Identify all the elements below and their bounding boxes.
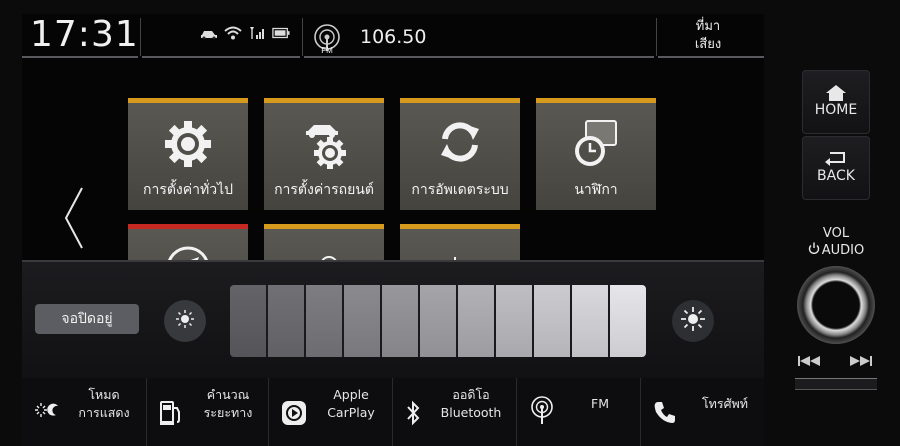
tile-label: การตั้งค่าทั่วไป [142,182,234,198]
disc-slot [795,378,877,390]
radio-icon [529,396,555,430]
tile-general-settings[interactable]: การตั้งค่าทั่วไป [128,98,248,210]
brightness-segment[interactable] [458,285,496,357]
bottom-item-bluetooth-audio[interactable]: ออดิโอ Bluetooth [392,378,516,446]
home-button[interactable]: HOME [802,70,870,134]
divider [304,56,654,58]
divider [142,56,300,58]
brightness-slider[interactable] [230,285,646,357]
skip-back-icon[interactable] [798,352,822,371]
bottom-bar: โหมด การแสดง คำนวณ ระยะทาง Apple CarPlay [22,378,764,446]
clock-icon [536,117,656,171]
brightness-segment[interactable] [268,285,306,357]
power-icon [808,242,820,259]
skip-forward-icon[interactable] [848,352,872,371]
audio-power-row: AUDIO [802,242,870,259]
phone-icon [653,400,677,428]
gear-icon [128,117,248,171]
home-icon [802,84,870,102]
label-line: ระยะทาง [203,405,253,420]
head-unit-screen: 17:31 FM 106.50 ที่มา เสียง การตั้งค่าทั… [22,14,764,446]
signal-icon [248,26,266,40]
volume-label: VOL AUDIO [802,226,870,259]
label-line: Bluetooth [440,405,502,420]
bottom-item-label: Apple CarPlay [315,386,387,422]
label-line: คำนวณ [206,387,250,402]
brightness-down-button[interactable] [164,300,206,342]
battery-icon [272,26,290,40]
brightness-up-button[interactable] [672,300,714,342]
tile-clock[interactable]: นาฬิกา [536,98,656,210]
audio-text: AUDIO [821,242,865,258]
brightness-segment[interactable] [496,285,534,357]
label-line: CarPlay [327,405,375,420]
car-connect-icon [200,26,218,40]
bottom-item-label: โหมด การแสดง [66,386,142,422]
back-label: BACK [817,168,855,184]
divider [656,18,657,56]
sun-small-icon [175,309,195,333]
brightness-segment[interactable] [344,285,382,357]
status-icons [200,26,290,40]
car-settings-icon [264,117,384,171]
audio-source-button[interactable]: ที่มา เสียง [658,18,758,54]
radio-frequency: 106.50 [360,26,427,48]
screen-off-button[interactable]: จอปิดอยู่ [35,304,139,334]
vol-text: VOL [822,226,850,241]
back-button[interactable]: BACK [802,136,870,200]
brightness-segment[interactable] [230,285,268,357]
divider [658,56,764,58]
bluetooth-icon [405,400,421,430]
brightness-segment[interactable] [534,285,572,357]
bottom-item-phone[interactable]: โทรศัพท์ [640,378,764,446]
brightness-segment[interactable] [610,285,646,357]
brightness-segment[interactable] [382,285,420,357]
label-line: Apple [333,387,369,402]
tile-label: การตั้งค่ารถยนต์ [274,182,374,198]
back-arrow-icon [802,150,870,166]
brightness-segment[interactable] [420,285,458,357]
label-line: FM [591,396,609,411]
bottom-item-fm[interactable]: FM [516,378,640,446]
label-line: การแสดง [78,405,130,420]
divider [140,18,141,56]
label-line: โหมด [88,387,120,402]
tile-label: นาฬิกา [574,182,618,198]
fuel-range-icon [159,400,183,430]
radio-band-label: FM [321,46,333,54]
status-bar: 17:31 FM 106.50 ที่มา เสียง [22,14,764,58]
bottom-item-fuel-range[interactable]: คำนวณ ระยะทาง [146,378,268,446]
bottom-item-carplay[interactable]: Apple CarPlay [268,378,392,446]
clock: 17:31 [30,14,139,55]
audio-source-label-2: เสียง [694,37,722,52]
brightness-segment[interactable] [572,285,610,357]
brightness-segment[interactable] [306,285,344,357]
volume-knob[interactable] [797,266,875,344]
bottom-item-label: FM [563,395,637,413]
divider [302,18,303,56]
brightness-panel: จอปิดอยู่ [22,260,764,380]
tile-label: การอัพเดตระบบ [411,182,509,198]
tile-car-settings[interactable]: การตั้งค่ารถยนต์ [264,98,384,210]
label-line: โทรศัพท์ [701,396,749,411]
tile-system-update[interactable]: การอัพเดตระบบ [400,98,520,210]
radio-fm-icon: FM [312,24,342,58]
label-line: ออดิโอ [452,387,490,402]
wifi-icon [224,26,242,40]
display-mode-icon [34,402,60,422]
bottom-item-label: คำนวณ ระยะทาง [193,386,263,422]
bottom-item-label: ออดิโอ Bluetooth [429,386,513,422]
bottom-item-display-mode[interactable]: โหมด การแสดง [22,378,146,446]
carplay-icon [281,400,307,430]
sun-large-icon [680,306,706,336]
bottom-item-label: โทรศัพท์ [687,395,763,413]
home-label: HOME [814,102,858,118]
chevron-left-icon[interactable] [62,186,86,254]
divider [22,56,138,58]
refresh-icon [400,117,520,167]
audio-source-label-1: ที่มา [695,19,721,34]
